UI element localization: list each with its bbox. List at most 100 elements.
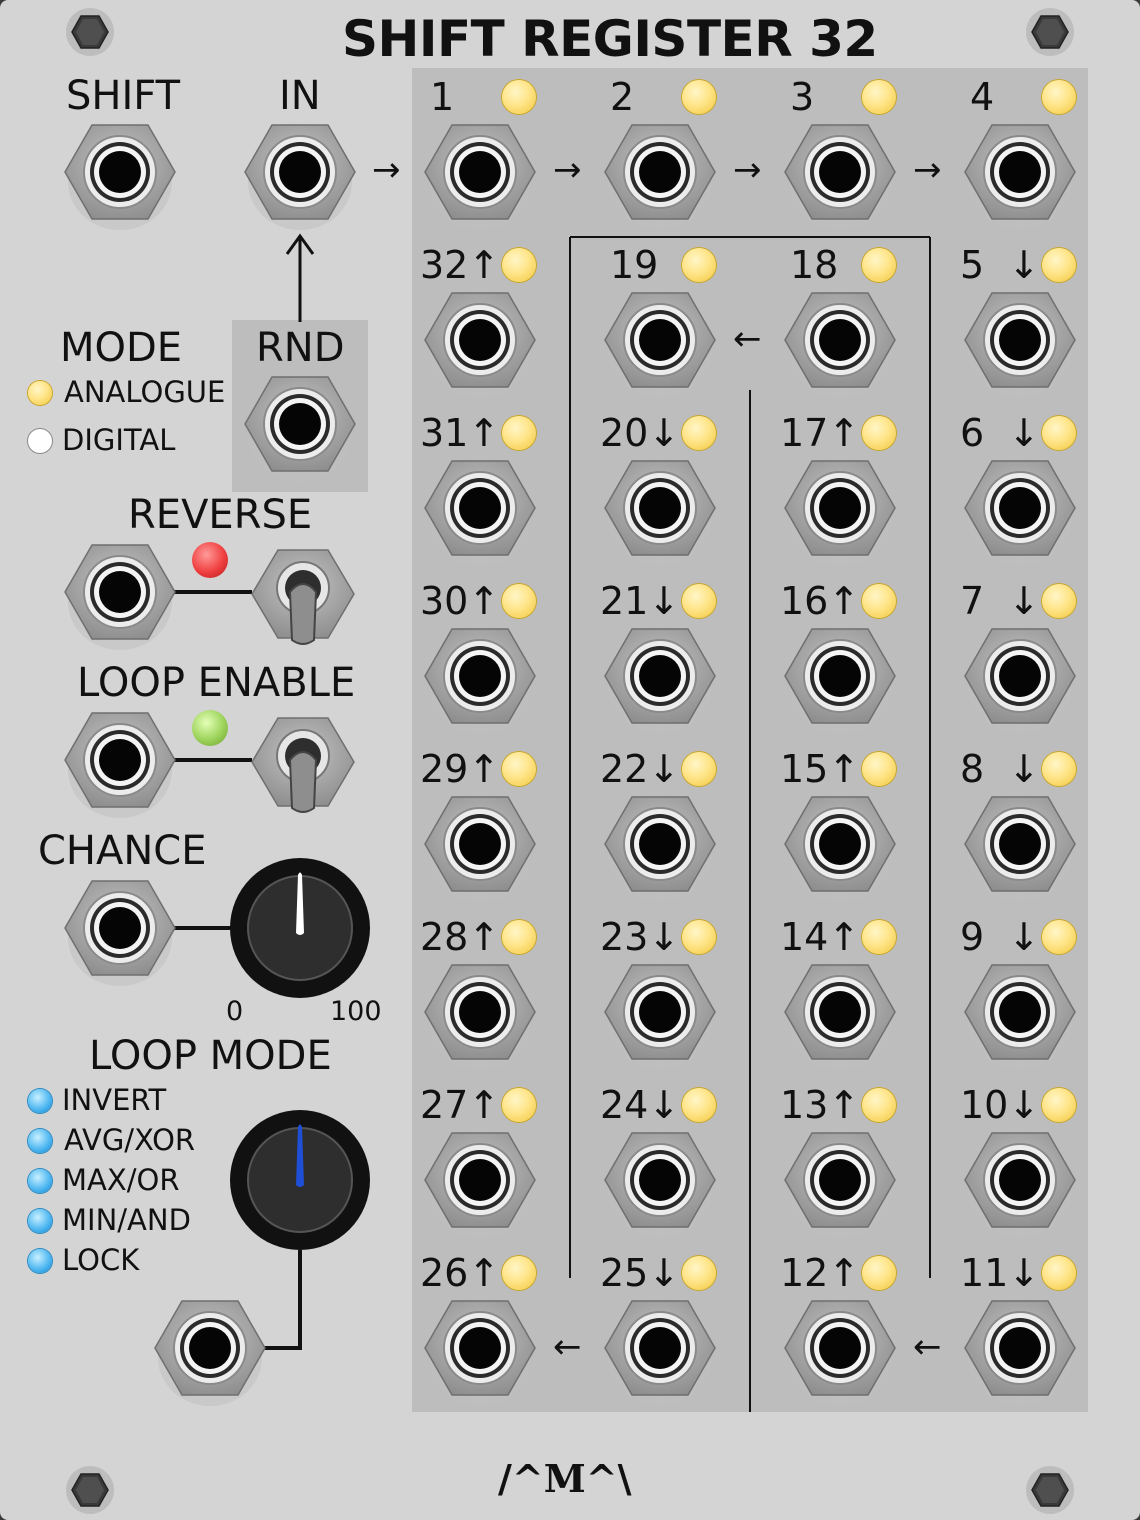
output-29-jack[interactable]: [420, 784, 540, 904]
output-25-label: 25: [600, 1251, 649, 1295]
loop-mode-option-lock: LOCK: [62, 1243, 140, 1277]
chance-min-label: 0: [226, 996, 244, 1027]
output-3-led: [862, 80, 896, 114]
output-9-label: 9: [960, 915, 985, 959]
output-4-jack[interactable]: [960, 112, 1080, 232]
3-to-4-arrow: →: [913, 150, 942, 190]
output-9-jack[interactable]: [960, 952, 1080, 1072]
output-22-label: 22: [600, 747, 649, 791]
25-to-26-arrow: ←: [553, 1327, 582, 1367]
output-28-jack[interactable]: [420, 952, 540, 1072]
output-13-direction-arrow: ↑: [828, 1083, 860, 1127]
output-13-led: [862, 1088, 896, 1122]
output-10-label: 10: [960, 1083, 1009, 1127]
output-11-direction-arrow: ↓: [1008, 1251, 1040, 1295]
output-32-label: 32: [420, 243, 469, 287]
output-24-jack[interactable]: [600, 1120, 720, 1240]
module-panel: SHIFT REGISTER 32 /^M^\ SHIFT IN RND MOD…: [0, 0, 1140, 1520]
output-23-jack[interactable]: [600, 952, 720, 1072]
output-17-jack[interactable]: [780, 448, 900, 568]
screw-top-left: [65, 7, 115, 57]
output-12-jack[interactable]: [780, 1288, 900, 1408]
loop-mode-option-invert: INVERT: [62, 1083, 167, 1117]
output-24-led: [682, 1088, 716, 1122]
rnd-jack[interactable]: [240, 364, 360, 484]
output-26-jack[interactable]: [420, 1288, 540, 1408]
chance-jack[interactable]: [60, 868, 180, 988]
loop-enable-label: LOOP ENABLE: [77, 660, 356, 706]
loop-mode-led-lock: [28, 1249, 52, 1273]
output-23-direction-arrow: ↓: [648, 915, 680, 959]
output-14-jack[interactable]: [780, 952, 900, 1072]
output-19-jack[interactable]: [600, 280, 720, 400]
output-6-jack[interactable]: [960, 448, 1080, 568]
loop-enable-jack[interactable]: [60, 700, 180, 820]
output-5-direction-arrow: ↓: [1008, 243, 1040, 287]
output-20-jack[interactable]: [600, 448, 720, 568]
output-2-led: [682, 80, 716, 114]
mode-analogue-label: ANALOGUE: [64, 375, 226, 409]
loop-mode-jack[interactable]: [150, 1288, 270, 1408]
output-15-jack[interactable]: [780, 784, 900, 904]
output-32-jack[interactable]: [420, 280, 540, 400]
output-10-direction-arrow: ↓: [1008, 1083, 1040, 1127]
output-3-jack[interactable]: [780, 112, 900, 232]
rnd-label: RND: [256, 325, 345, 371]
output-1-label: 1: [430, 75, 455, 119]
loop-mode-knob[interactable]: [229, 1109, 371, 1251]
output-19-led: [682, 248, 716, 282]
output-4-label: 4: [970, 75, 995, 119]
output-13-label: 13: [780, 1083, 829, 1127]
output-27-jack[interactable]: [420, 1120, 540, 1240]
screw-bottom-left: [65, 1465, 115, 1515]
output-6-direction-arrow: ↓: [1008, 411, 1040, 455]
output-20-direction-arrow: ↓: [648, 411, 680, 455]
chance-label: CHANCE: [38, 828, 207, 874]
screw-bottom-right: [1025, 1465, 1075, 1515]
output-12-led: [862, 1256, 896, 1290]
output-22-jack[interactable]: [600, 784, 720, 904]
shift-jack[interactable]: [60, 112, 180, 232]
loop-enable-toggle-switch[interactable]: [248, 710, 358, 820]
output-18-jack[interactable]: [780, 280, 900, 400]
output-22-led: [682, 752, 716, 786]
output-24-label: 24: [600, 1083, 649, 1127]
output-4-led: [1042, 80, 1076, 114]
output-29-direction-arrow: ↑: [468, 747, 500, 791]
loop-mode-label: LOOP MODE: [89, 1033, 332, 1079]
output-31-label: 31: [420, 411, 469, 455]
output-14-led: [862, 920, 896, 954]
in-jack[interactable]: [240, 112, 360, 232]
output-7-led: [1042, 584, 1076, 618]
output-5-jack[interactable]: [960, 280, 1080, 400]
output-11-led: [1042, 1256, 1076, 1290]
11-to-12-arrow: ←: [913, 1327, 942, 1367]
output-14-direction-arrow: ↑: [828, 915, 860, 959]
output-10-jack[interactable]: [960, 1120, 1080, 1240]
output-8-direction-arrow: ↓: [1008, 747, 1040, 791]
module-title: SHIFT REGISTER 32: [342, 10, 878, 68]
2-to-3-arrow: →: [733, 150, 762, 190]
output-31-jack[interactable]: [420, 448, 540, 568]
output-16-jack[interactable]: [780, 616, 900, 736]
output-1-jack[interactable]: [420, 112, 540, 232]
output-30-led: [502, 584, 536, 618]
output-21-jack[interactable]: [600, 616, 720, 736]
reverse-jack[interactable]: [60, 532, 180, 652]
output-11-label: 11: [960, 1251, 1009, 1295]
output-25-direction-arrow: ↓: [648, 1251, 680, 1295]
output-17-led: [862, 416, 896, 450]
output-30-jack[interactable]: [420, 616, 540, 736]
output-8-jack[interactable]: [960, 784, 1080, 904]
chance-knob[interactable]: [229, 857, 371, 999]
output-25-jack[interactable]: [600, 1288, 720, 1408]
reverse-toggle-switch[interactable]: [248, 542, 358, 652]
18-to-19-arrow: ←: [733, 319, 762, 359]
output-10-led: [1042, 1088, 1076, 1122]
output-13-jack[interactable]: [780, 1120, 900, 1240]
output-28-direction-arrow: ↑: [468, 915, 500, 959]
output-7-jack[interactable]: [960, 616, 1080, 736]
output-11-jack[interactable]: [960, 1288, 1080, 1408]
output-28-label: 28: [420, 915, 469, 959]
output-2-jack[interactable]: [600, 112, 720, 232]
